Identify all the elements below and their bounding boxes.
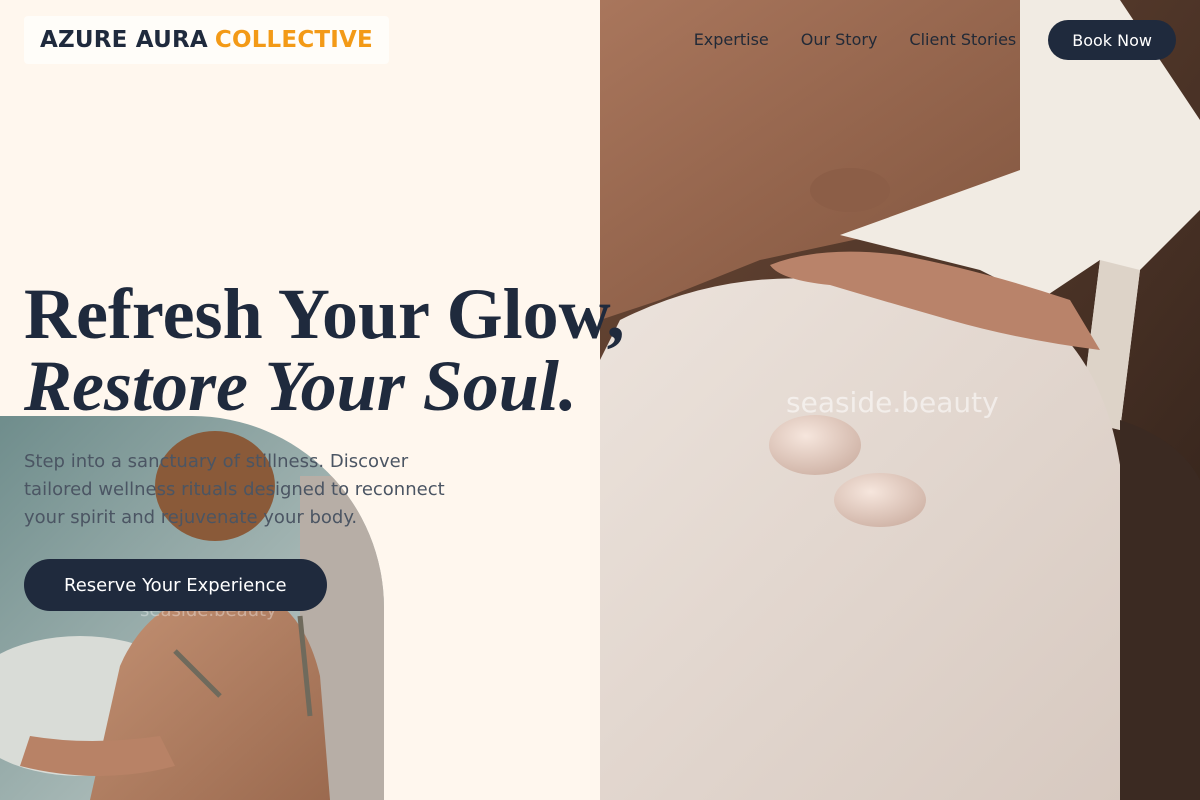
brand-logo[interactable]: AZURE AURA COLLECTIVE <box>24 16 389 64</box>
nav-link-expertise[interactable]: Expertise <box>694 20 769 60</box>
reserve-experience-button[interactable]: Reserve Your Experience <box>24 559 327 611</box>
hero-body-text: Step into a sanctuary of stillness. Disc… <box>24 451 445 528</box>
headline-line-2: Restore Your Soul. <box>24 346 577 426</box>
hero-headline: Refresh Your Glow, Restore Your Soul. <box>24 278 625 422</box>
hero-image-massage: seaside.beauty <box>600 0 1200 800</box>
brand-name-accent: COLLECTIVE <box>214 27 373 53</box>
nav-link-our-story[interactable]: Our Story <box>801 20 878 60</box>
hero-watermark: seaside.beauty <box>786 386 999 419</box>
book-now-button[interactable]: Book Now <box>1048 20 1176 60</box>
main-nav: Expertise Our Story Client Stories Book … <box>694 20 1176 60</box>
nav-link-client-stories[interactable]: Client Stories <box>909 20 1016 60</box>
brand-name-primary: AZURE AURA <box>40 27 208 53</box>
headline-line-1: Refresh Your Glow, <box>24 274 625 354</box>
